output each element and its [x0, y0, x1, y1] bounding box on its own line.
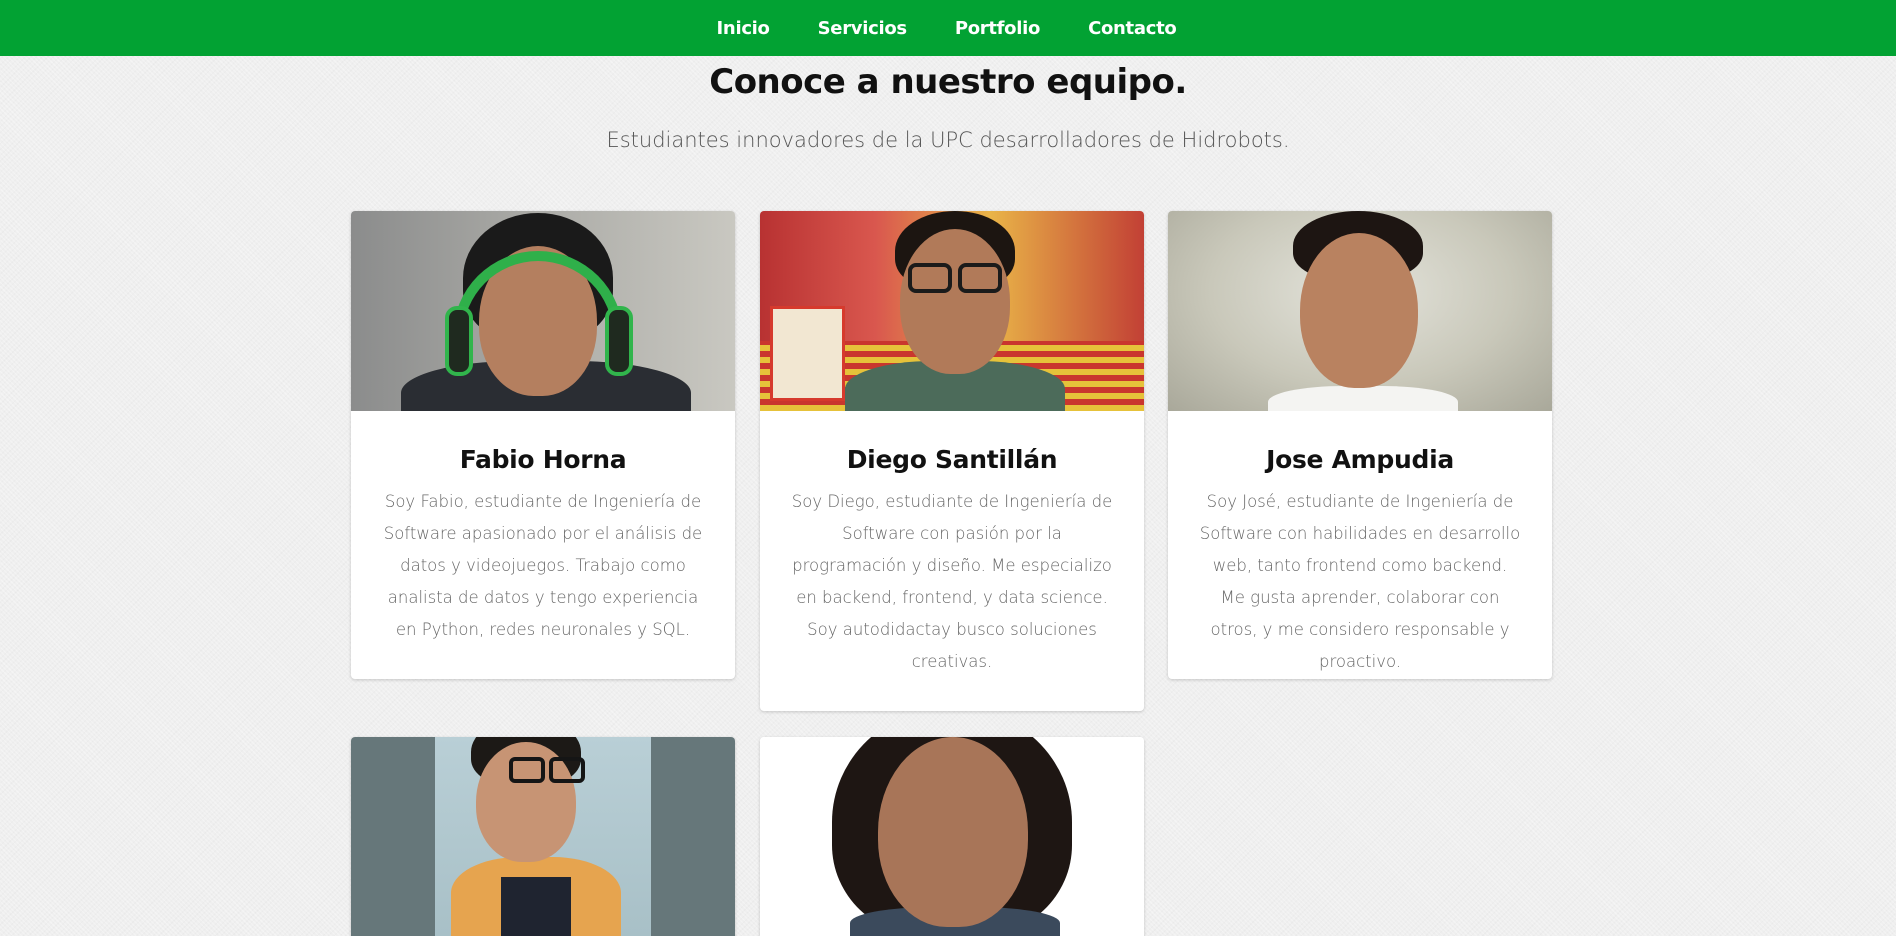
nav-link-portfolio[interactable]: Portfolio: [931, 18, 1064, 39]
member-photo-5: [760, 737, 1144, 936]
team-card-member-5: [760, 737, 1144, 936]
nav-link-servicios[interactable]: Servicios: [794, 18, 931, 39]
top-navbar: Inicio Servicios Portfolio Contacto: [0, 0, 1896, 56]
nav-link-inicio[interactable]: Inicio: [693, 18, 794, 39]
member-photo-fabio: [351, 211, 735, 411]
member-name: Fabio Horna: [459, 445, 627, 474]
nav-link-contacto[interactable]: Contacto: [1064, 18, 1200, 39]
card-body: Diego Santillán Soy Diego, estudiante de…: [760, 411, 1144, 708]
member-description: Soy José, estudiante de Ingeniería de So…: [1199, 492, 1521, 671]
team-card-jose: Jose Ampudia Soy José, estudiante de Ing…: [1168, 211, 1552, 679]
card-body: Jose Ampudia Soy José, estudiante de Ing…: [1168, 411, 1552, 679]
member-photo-4: [351, 737, 735, 936]
nav-links: Inicio Servicios Portfolio Contacto: [693, 18, 1201, 39]
member-description: Soy Fabio, estudiante de Ingeniería de S…: [383, 492, 703, 639]
team-section-title: Conoce a nuestro equipo.: [709, 62, 1187, 102]
member-description: Soy Diego, estudiante de Ingeniería de S…: [791, 492, 1113, 671]
team-section-subtitle: Estudiantes innovadores de la UPC desarr…: [606, 128, 1290, 152]
team-card-fabio: Fabio Horna Soy Fabio, estudiante de Ing…: [351, 211, 735, 679]
member-name: Jose Ampudia: [1266, 445, 1454, 474]
member-photo-diego: [760, 211, 1144, 411]
team-card-diego: Diego Santillán Soy Diego, estudiante de…: [760, 211, 1144, 711]
member-name: Diego Santillán: [846, 445, 1058, 474]
member-photo-jose: [1168, 211, 1552, 411]
card-body: Fabio Horna Soy Fabio, estudiante de Ing…: [351, 411, 735, 676]
team-card-member-4: [351, 737, 735, 936]
